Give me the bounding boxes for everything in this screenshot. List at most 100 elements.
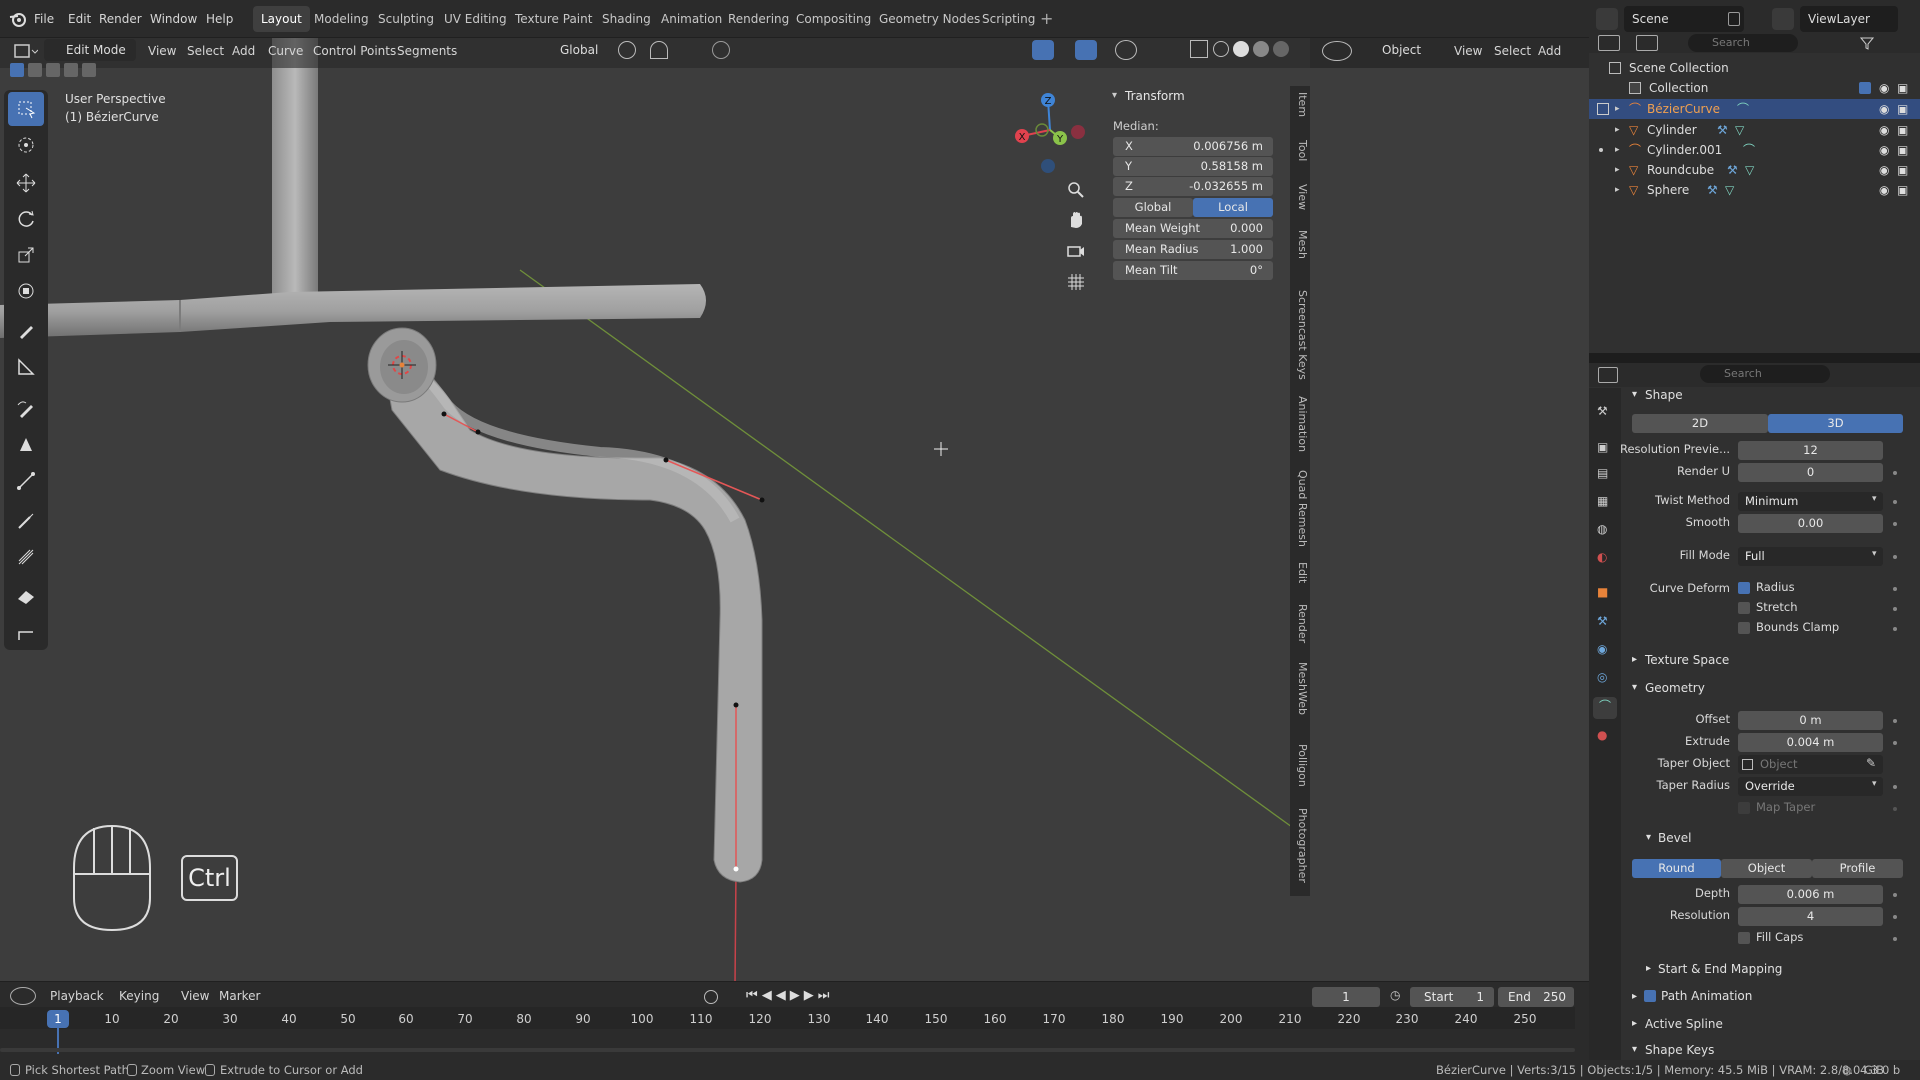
- smooth-field[interactable]: 0.00: [1738, 514, 1883, 533]
- path-animation-section-header[interactable]: Path Animation: [1661, 989, 1752, 1003]
- select-mode-subtract-icon[interactable]: [46, 63, 60, 77]
- rendered-shading-icon[interactable]: [1273, 41, 1289, 57]
- outliner-item-cylinder[interactable]: ▸ ▽ Cylinder ⚒ ▽ ◉ ▣: [1589, 120, 1920, 140]
- geometry-section-header[interactable]: Geometry: [1645, 681, 1705, 695]
- panel-collapse-icon[interactable]: ▾: [1112, 90, 1117, 101]
- bounds-clamp-checkbox[interactable]: [1738, 622, 1750, 634]
- collapse-arrow-icon[interactable]: ▾: [1646, 832, 1651, 843]
- ortho-toggle-icon[interactable]: [1066, 272, 1086, 292]
- path-animation-checkbox[interactable]: [1644, 990, 1656, 1002]
- object-interaction-icon[interactable]: [1322, 41, 1352, 61]
- menu-curve[interactable]: Curve: [268, 44, 303, 58]
- taper-radius-dropdown[interactable]: Override: [1738, 777, 1883, 796]
- sidebar-tab-photographer[interactable]: Photographer: [1291, 808, 1309, 883]
- control-point-selected[interactable]: [733, 866, 739, 872]
- solid-shading-icon[interactable]: [1233, 41, 1249, 57]
- add-workspace-icon[interactable]: +: [1040, 0, 1053, 38]
- depth-field[interactable]: 0.006 m: [1738, 885, 1883, 904]
- cursor-tool-icon[interactable]: [8, 128, 44, 162]
- expand-arrow-icon[interactable]: ▸: [1615, 180, 1620, 200]
- menu-select[interactable]: Select: [187, 44, 224, 58]
- control-point[interactable]: [733, 702, 739, 708]
- polyline-tool-icon[interactable]: [8, 616, 44, 650]
- visibility-eye-icon[interactable]: ◉: [1879, 180, 1889, 200]
- workspace-tab-uv-editing[interactable]: UV Editing: [436, 6, 515, 32]
- start-frame-field[interactable]: Start 1: [1410, 987, 1494, 1007]
- render-camera-icon[interactable]: ▣: [1897, 78, 1908, 98]
- wireframe-shading-icon[interactable]: [1213, 41, 1229, 57]
- outliner-display-mode-icon[interactable]: [1636, 35, 1658, 51]
- fill-caps-checkbox[interactable]: [1738, 932, 1750, 944]
- gizmo-toggle-icon[interactable]: [1075, 40, 1097, 60]
- menu-timeline-view[interactable]: View: [181, 989, 209, 1003]
- bevel-mode-profile[interactable]: Profile: [1812, 859, 1903, 878]
- menu-segments[interactable]: Segments: [397, 44, 457, 58]
- curve-pen-tool-icon[interactable]: [8, 428, 44, 462]
- mesh-data-icon[interactable]: ▽: [1725, 180, 1734, 200]
- bevel-mode-object[interactable]: Object: [1721, 859, 1812, 878]
- timeline-scrollbar[interactable]: [0, 1048, 1575, 1052]
- expand-arrow-icon[interactable]: ▸: [1632, 654, 1637, 665]
- menu-help[interactable]: Help: [206, 0, 233, 38]
- visibility-eye-icon[interactable]: ◉: [1879, 99, 1889, 119]
- expand-arrow-icon[interactable]: ▸: [1615, 120, 1620, 140]
- xray-toggle-icon[interactable]: [1190, 40, 1208, 58]
- menu-window[interactable]: Window: [150, 0, 197, 38]
- render-properties-icon[interactable]: ▣: [1597, 440, 1608, 454]
- shape-keys-section-header[interactable]: Shape Keys: [1645, 1043, 1714, 1057]
- pivot-point-icon[interactable]: [618, 41, 636, 59]
- measure-tool-icon[interactable]: [8, 350, 44, 384]
- overlay-toggle-icon[interactable]: [1032, 40, 1054, 60]
- render-camera-icon[interactable]: ▣: [1897, 120, 1908, 140]
- local-toggle[interactable]: Local: [1193, 198, 1273, 217]
- workspace-tab-sculpting[interactable]: Sculpting: [370, 6, 442, 32]
- bezier-curve-tube[interactable]: [379, 344, 763, 883]
- menu-edit[interactable]: Edit: [68, 0, 91, 38]
- median-z-field[interactable]: Z -0.032655 m: [1113, 177, 1273, 196]
- edit-mode-icon[interactable]: [1597, 103, 1609, 115]
- outliner-search-field[interactable]: Search: [1688, 34, 1798, 52]
- twist-method-dropdown[interactable]: Minimum: [1738, 492, 1883, 511]
- navigation-gizmo[interactable]: Z Y X: [1000, 88, 1100, 188]
- render-camera-icon[interactable]: ▣: [1897, 180, 1908, 200]
- draw-curve-tool-icon[interactable]: [8, 392, 44, 426]
- physics-properties-icon[interactable]: ◉: [1597, 642, 1607, 656]
- median-y-field[interactable]: Y 0.58158 m: [1113, 157, 1273, 176]
- bevel-mode-round[interactable]: Round: [1632, 859, 1721, 878]
- visibility-eye-icon[interactable]: ◉: [1879, 120, 1889, 140]
- annotate-tool-icon[interactable]: [8, 314, 44, 348]
- workspace-tab-shading[interactable]: Shading: [594, 6, 659, 32]
- menu-control-points[interactable]: Control Points: [313, 44, 396, 58]
- world-properties-icon[interactable]: ◐: [1597, 550, 1607, 564]
- scene-field[interactable]: Scene: [1624, 6, 1744, 32]
- editor-type-icon[interactable]: [12, 40, 39, 62]
- outliner-editor-type-icon[interactable]: [1598, 35, 1620, 51]
- material-properties-icon[interactable]: ●: [1597, 728, 1607, 742]
- snap-icon[interactable]: [650, 41, 668, 59]
- secondary-menu-view[interactable]: View: [1454, 44, 1482, 58]
- render-camera-icon[interactable]: ▣: [1897, 99, 1908, 119]
- sidebar-tab-view[interactable]: View: [1291, 184, 1309, 210]
- secondary-menu-add[interactable]: Add: [1538, 44, 1561, 58]
- constraint-properties-icon[interactable]: ◎: [1597, 670, 1607, 684]
- visibility-eye-icon[interactable]: ◉: [1879, 78, 1889, 98]
- mesh-data-icon[interactable]: ▽: [1735, 120, 1744, 140]
- move-tool-icon[interactable]: [8, 166, 44, 200]
- dimensions-2d-toggle[interactable]: 2D: [1632, 414, 1768, 433]
- view-layer-selector-icon[interactable]: [1772, 8, 1794, 30]
- workspace-tab-geometry-nodes[interactable]: Geometry Nodes: [871, 6, 988, 32]
- collapse-arrow-icon[interactable]: ▾: [1632, 682, 1637, 693]
- scene-properties-icon[interactable]: ◍: [1597, 522, 1607, 536]
- control-point[interactable]: [441, 411, 447, 417]
- control-point[interactable]: [475, 429, 481, 435]
- viewport-overlays-icon[interactable]: [1115, 40, 1137, 60]
- sidebar-tab-tool[interactable]: Tool: [1291, 140, 1309, 161]
- sidebar-tab-screencast-keys[interactable]: Screencast Keys: [1291, 290, 1309, 380]
- view-layer-field[interactable]: ViewLayer: [1800, 6, 1898, 32]
- pan-hand-icon[interactable]: [1066, 210, 1086, 230]
- expand-arrow-icon[interactable]: ▸: [1632, 991, 1637, 1002]
- tool-properties-icon[interactable]: ⚒: [1597, 404, 1608, 418]
- menu-view[interactable]: View: [148, 44, 176, 58]
- extrude-tool-icon[interactable]: [8, 464, 44, 498]
- select-mode-intersect-icon[interactable]: [82, 63, 96, 77]
